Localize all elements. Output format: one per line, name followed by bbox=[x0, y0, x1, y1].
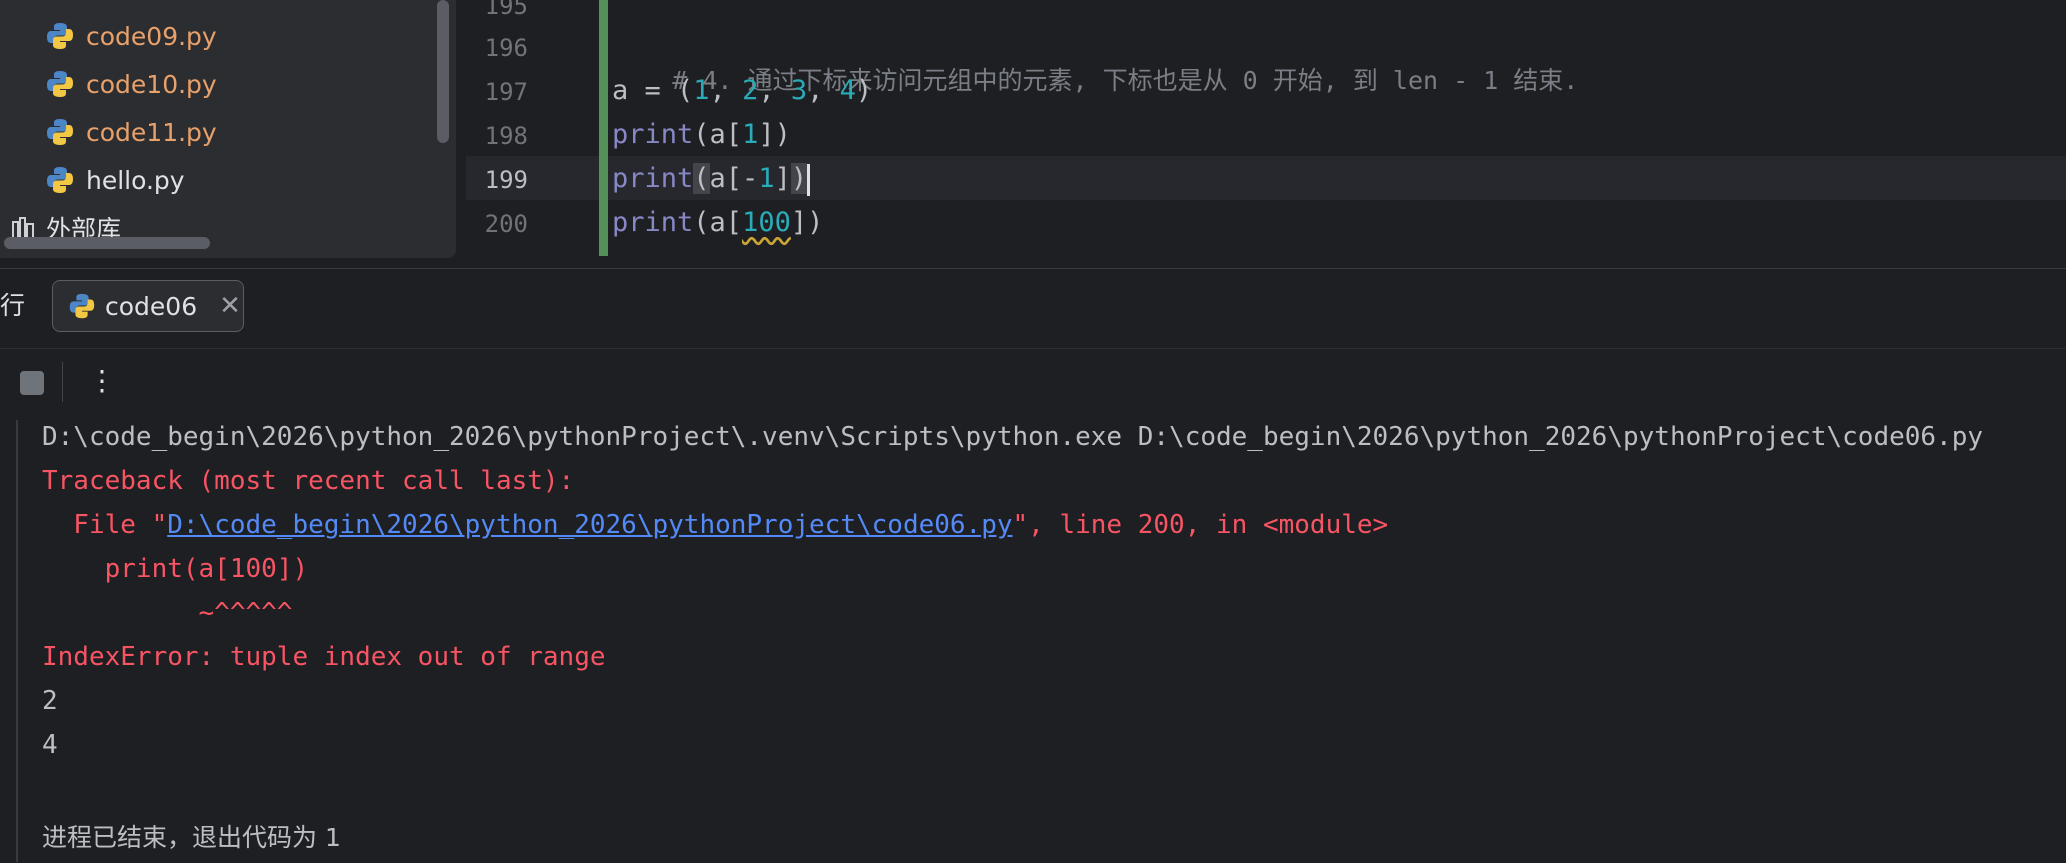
console-error-message: IndexError: tuple index out of range bbox=[42, 642, 606, 672]
tree-item-code11[interactable]: code11.py bbox=[44, 112, 217, 152]
tree-item-label: code11.py bbox=[86, 117, 217, 147]
console-border bbox=[16, 420, 18, 862]
stop-icon[interactable] bbox=[20, 371, 44, 395]
line-number: 200 bbox=[484, 210, 528, 238]
code-token: (a[ bbox=[693, 207, 743, 238]
line-number: 198 bbox=[484, 122, 528, 150]
code-builtin: print bbox=[612, 207, 694, 238]
console-traceback-caret: ~^^^^^ bbox=[42, 598, 293, 628]
more-icon[interactable]: ⋮ bbox=[88, 364, 116, 397]
code-editor[interactable]: 195 196 197 198 199 200 # 4. 通过下标来访问元组中的… bbox=[466, 0, 2066, 258]
code-token: , bbox=[758, 75, 791, 106]
matched-bracket: ) bbox=[790, 163, 808, 194]
code-token: ]) bbox=[758, 119, 791, 150]
console-exit-message: 进程已结束，退出代码为 1 bbox=[42, 823, 341, 852]
console-output-line: 2 bbox=[42, 686, 58, 716]
code-token: , bbox=[709, 75, 743, 106]
project-tree-panel: code09.py code10.py code11.py hello.py 外… bbox=[0, 0, 456, 258]
console-traceback-code: print(a[100]) bbox=[42, 554, 309, 584]
divider bbox=[62, 362, 63, 402]
tree-item-label: hello.py bbox=[86, 165, 185, 195]
tree-item-code10[interactable]: code10.py bbox=[44, 64, 217, 104]
console-text: ", line 200, in <module> bbox=[1012, 510, 1389, 540]
file-link[interactable]: D:\code_begin\2026\python_2026\pythonPro… bbox=[167, 510, 1012, 540]
code-token: , bbox=[807, 75, 840, 106]
tree-item-label: code10.py bbox=[86, 69, 217, 99]
code-number: 1 bbox=[742, 119, 759, 150]
run-tab-label: code06 bbox=[105, 291, 198, 321]
code-line-197: a = (1, 2, 3, 4) bbox=[612, 75, 872, 106]
code-number: 2 bbox=[742, 75, 759, 106]
code-line-200: print(a[100]) bbox=[612, 207, 823, 238]
code-number: 4 bbox=[839, 75, 856, 106]
code-number: 1 bbox=[693, 75, 710, 106]
console-traceback-file: File "D:\code_begin\2026\python_2026\pyt… bbox=[42, 510, 1388, 540]
vcs-change-marker[interactable] bbox=[599, 0, 608, 256]
code-number: 3 bbox=[790, 75, 808, 106]
code-number: 1 bbox=[758, 163, 775, 194]
run-panel bbox=[0, 268, 2066, 863]
divider bbox=[0, 348, 2066, 349]
code-token: ]) bbox=[790, 207, 824, 238]
code-token: (a[ bbox=[693, 119, 743, 150]
code-line-198: print(a[1]) bbox=[612, 119, 791, 150]
tree-horizontal-scrollbar[interactable] bbox=[4, 237, 210, 249]
console-traceback-header: Traceback (most recent call last): bbox=[42, 466, 575, 496]
text-caret bbox=[807, 163, 811, 196]
code-builtin: print bbox=[612, 163, 694, 194]
run-tab-code06[interactable]: code06 ✕ bbox=[52, 280, 244, 332]
console-command-line: D:\code_begin\2026\python_2026\pythonPro… bbox=[42, 422, 1984, 452]
line-number: 197 bbox=[484, 78, 528, 106]
python-file-icon bbox=[69, 293, 95, 319]
python-file-icon bbox=[47, 23, 73, 49]
python-file-icon bbox=[47, 167, 73, 193]
tree-item-label: code09.py bbox=[86, 21, 217, 51]
python-file-icon bbox=[47, 71, 73, 97]
python-file-icon bbox=[47, 119, 73, 145]
tree-vertical-scrollbar[interactable] bbox=[437, 0, 449, 143]
console-output-line: 4 bbox=[42, 730, 58, 760]
tree-item-hello[interactable]: hello.py bbox=[44, 160, 185, 200]
line-number: 199 bbox=[484, 166, 528, 194]
code-line-199: print(a[-1]) bbox=[612, 163, 811, 196]
console-text: File " bbox=[42, 510, 168, 540]
code-token: a = ( bbox=[612, 75, 694, 106]
line-number: 195 bbox=[484, 0, 528, 20]
code-builtin: print bbox=[612, 119, 694, 150]
line-number: 196 bbox=[484, 34, 528, 62]
run-tool-window-title: 行 bbox=[0, 291, 26, 320]
matched-bracket: ( bbox=[693, 163, 710, 194]
code-token: ) bbox=[855, 75, 873, 106]
code-token: ] bbox=[774, 163, 791, 194]
tree-item-code09[interactable]: code09.py bbox=[44, 16, 217, 56]
close-icon[interactable]: ✕ bbox=[219, 291, 241, 321]
code-token: a[- bbox=[709, 163, 759, 194]
code-number-warning[interactable]: 100 bbox=[742, 207, 791, 238]
